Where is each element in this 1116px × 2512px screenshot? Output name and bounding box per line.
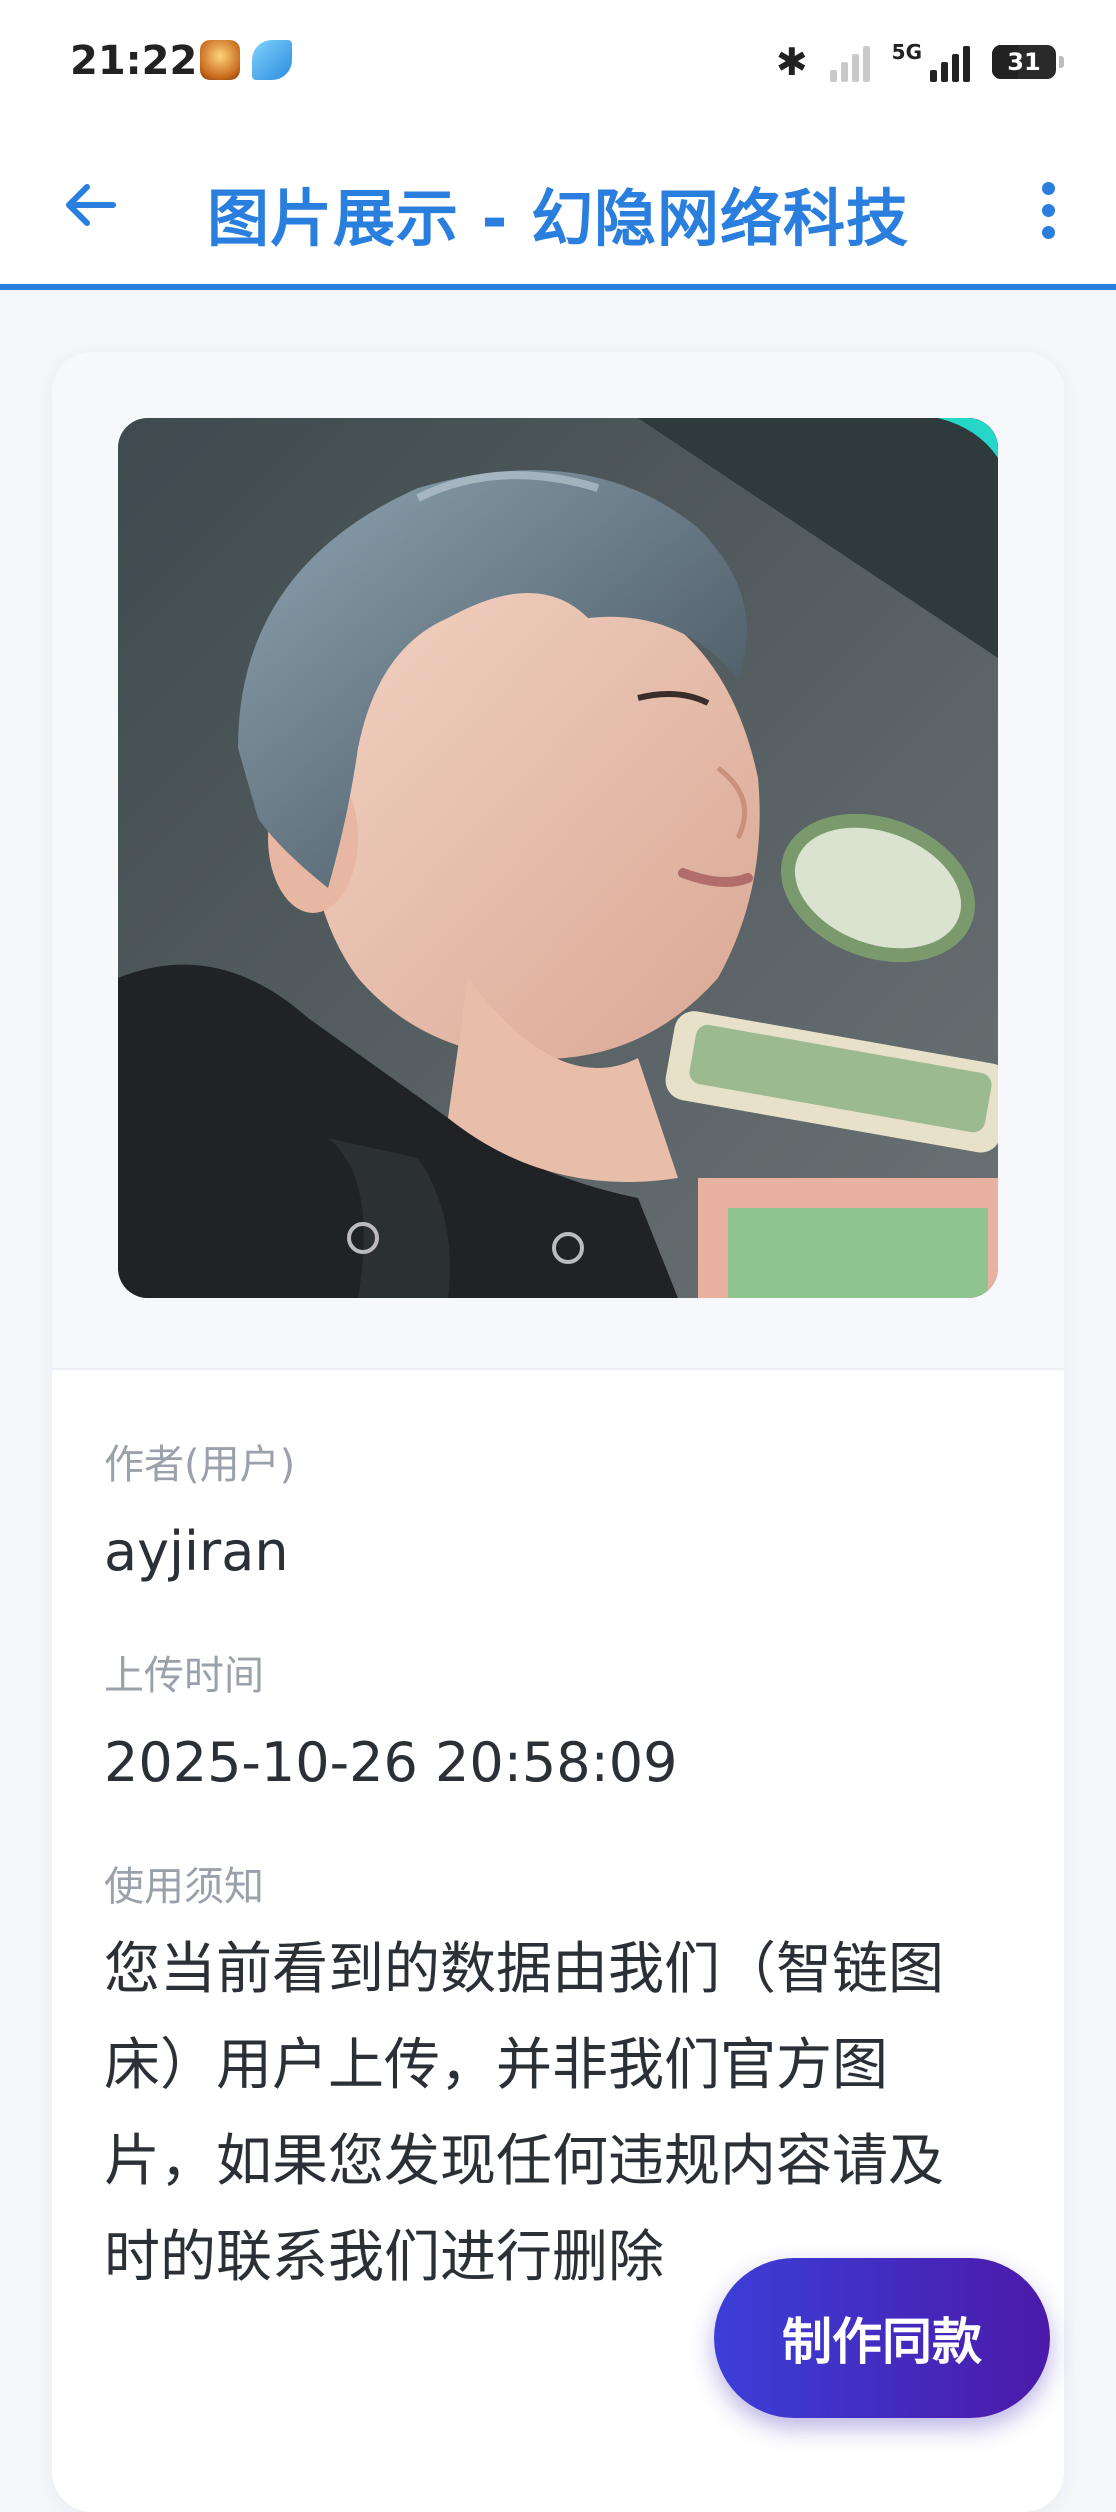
app-header: 图片展示 - 幻隐网络科技 <box>0 130 1116 290</box>
notice-text: 您当前看到的数据由我们（智链图床）用户上传，并非我们官方图片，如果您发现任何违规… <box>104 1937 944 2290</box>
upload-time-section: 上传时间 2025-10-26 20:58:09 <box>104 1643 1004 1794</box>
signal-sim2-icon <box>930 42 970 82</box>
status-time: 21:22 <box>70 38 198 84</box>
make-same-button[interactable]: 制作同款 <box>714 2258 1050 2418</box>
upload-time-value: 2025-10-26 20:58:09 <box>104 1731 678 1794</box>
photo-illustration <box>118 418 998 1298</box>
more-vertical-icon <box>1041 181 1055 195</box>
page-title: 图片展示 - 幻隐网络科技 <box>207 182 909 255</box>
network-type: 5G <box>891 40 922 64</box>
notice-section: 使用须知 您当前看到的数据由我们（智链图床）用户上传，并非我们官方图片，如果您发… <box>104 1854 1004 2306</box>
notice-label: 使用须知 <box>104 1864 264 1910</box>
battery-icon: 31 <box>992 45 1064 79</box>
image-details: 作者(用户) ayjiran 上传时间 2025-10-26 20:58:09 … <box>104 1432 1004 2366</box>
image-detail-card: 作者(用户) ayjiran 上传时间 2025-10-26 20:58:09 … <box>52 352 1064 2512</box>
notification-icons <box>200 40 292 80</box>
app-notification-icon <box>200 40 240 80</box>
author-value: ayjiran <box>104 1520 289 1583</box>
author-label: 作者(用户) <box>104 1442 296 1488</box>
bluetooth-icon: ✱ <box>775 40 808 84</box>
battery-level: 31 <box>1007 48 1041 76</box>
status-indicators: ✱ 5G 31 <box>775 40 1064 84</box>
signal-sim1-icon <box>829 42 870 82</box>
more-options-button[interactable] <box>1018 170 1078 250</box>
image-preview-area <box>52 352 1064 1370</box>
status-bar: 21:22 ✱ 5G 31 <box>0 0 1116 130</box>
send-notification-icon <box>252 40 292 80</box>
uploaded-photo[interactable] <box>118 418 998 1298</box>
upload-time-label: 上传时间 <box>104 1653 264 1699</box>
author-section: 作者(用户) ayjiran <box>104 1432 1004 1583</box>
